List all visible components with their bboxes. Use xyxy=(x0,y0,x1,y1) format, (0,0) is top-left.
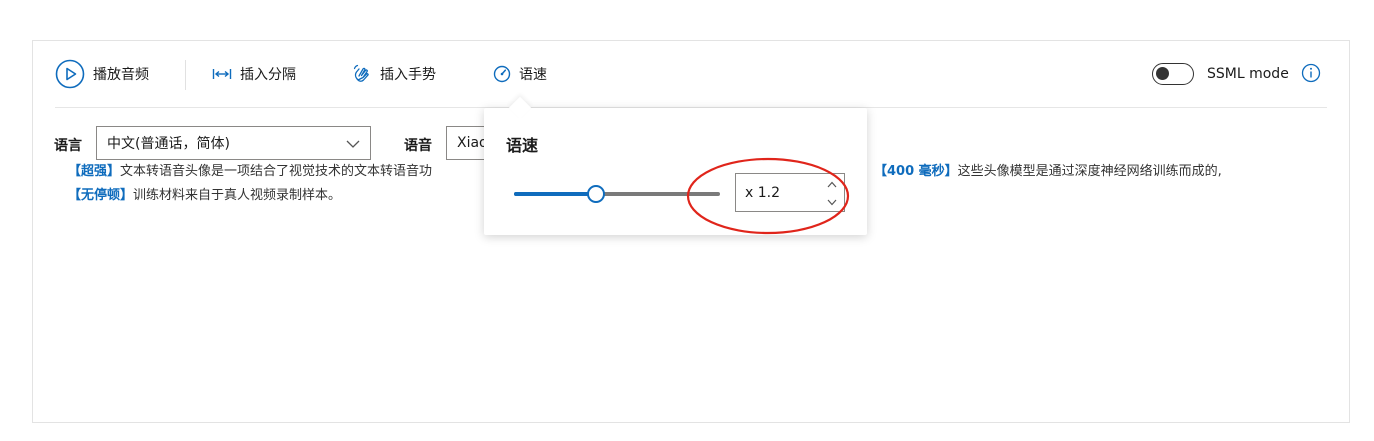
insert-gesture-button[interactable]: 插入手势 xyxy=(352,41,436,107)
play-audio-button[interactable]: 播放音频 xyxy=(55,41,149,107)
ssml-tag-break[interactable]: 【400 毫秒】 xyxy=(874,164,958,179)
popover-title: 语速 xyxy=(506,136,539,155)
speech-rate-label: 语速 xyxy=(519,67,547,83)
speech-rate-popover: 语速 xyxy=(484,96,867,235)
info-icon[interactable] xyxy=(1301,63,1321,87)
toggle-knob xyxy=(1156,67,1169,80)
speech-rate-slider[interactable] xyxy=(514,184,720,204)
ssml-mode-label: SSML mode xyxy=(1207,66,1289,82)
play-circle-icon xyxy=(55,59,85,89)
insert-break-label: 插入分隔 xyxy=(240,67,296,83)
hand-wave-icon xyxy=(352,64,372,84)
editor-text: 训练材料来自于真人视频录制样本。 xyxy=(133,188,342,203)
toolbar-separator xyxy=(185,60,186,90)
break-arrows-icon xyxy=(212,68,232,80)
language-value: 中文(普通话，简体) xyxy=(107,136,230,152)
language-select[interactable]: 中文(普通话，简体) xyxy=(96,126,371,160)
spin-down-icon[interactable] xyxy=(826,195,838,209)
spin-up-icon[interactable] xyxy=(826,177,838,191)
slider-fill xyxy=(514,192,597,196)
slider-thumb[interactable] xyxy=(587,185,606,203)
language-label: 语言 xyxy=(54,138,82,154)
speech-rate-input[interactable] xyxy=(736,174,825,211)
insert-gesture-label: 插入手势 xyxy=(380,67,436,83)
ssml-tag-emphasis[interactable]: 【超强】 xyxy=(68,164,120,179)
voice-label: 语音 xyxy=(404,138,432,154)
editor-text: 文本转语音头像是一项结合了视觉技术的文本转语音功 xyxy=(120,164,433,179)
ssml-mode-toggle[interactable] xyxy=(1152,63,1194,85)
insert-break-button[interactable]: 插入分隔 xyxy=(212,41,296,107)
editor-text: 这些头像模型是通过深度神经网络训练而成的, xyxy=(957,164,1222,179)
play-audio-label: 播放音频 xyxy=(93,67,149,83)
toolbar: 播放音频 插入分隔 插入手势 语速 SSML mode xyxy=(33,41,1349,107)
speech-rate-spinbox[interactable] xyxy=(735,173,845,212)
ssml-tag-no-pause[interactable]: 【无停顿】 xyxy=(68,188,133,203)
chevron-down-icon xyxy=(346,137,360,153)
speed-gauge-icon xyxy=(493,65,511,83)
